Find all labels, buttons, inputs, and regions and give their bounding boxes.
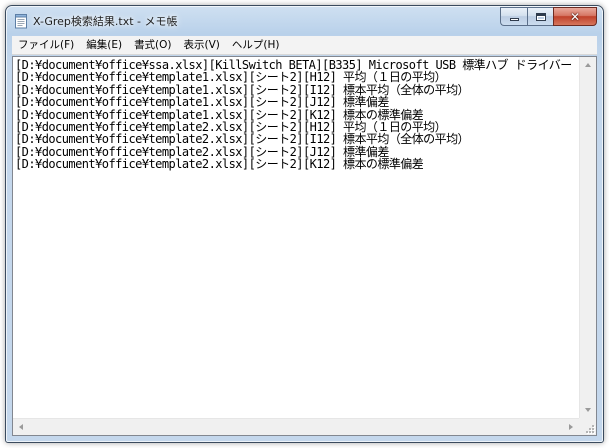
maximize-button[interactable] — [527, 7, 553, 26]
resize-grip-icon — [584, 423, 594, 433]
text-editor[interactable]: [D:¥document¥office¥ssa.xlsx][KillSwitch… — [12, 56, 597, 436]
minimize-icon — [509, 18, 519, 21]
title-bar[interactable]: X-Grep検索結果.txt - メモ帳 ✕ — [6, 6, 603, 34]
size-grip[interactable] — [579, 418, 596, 435]
scroll-up-icon[interactable] — [585, 63, 591, 67]
caption-buttons: ✕ — [500, 7, 597, 26]
text-line: [D:¥document¥office¥template1.xlsx][シート2… — [15, 70, 447, 85]
notepad-icon[interactable] — [14, 13, 28, 29]
minimize-button[interactable] — [500, 7, 527, 26]
window-title: X-Grep検索結果.txt - メモ帳 — [33, 15, 178, 28]
close-button[interactable]: ✕ — [553, 7, 597, 26]
text-line: [D:¥document¥office¥template2.xlsx][シート2… — [15, 157, 424, 172]
menu-edit[interactable]: 編集(E) — [80, 36, 128, 55]
menu-file[interactable]: ファイル(F) — [12, 36, 80, 55]
notepad-window: X-Grep検索結果.txt - メモ帳 ✕ ファイル(F) 編集(E) 書式(… — [5, 5, 604, 443]
menu-bar: ファイル(F) 編集(E) 書式(O) 表示(V) ヘルプ(H) — [12, 36, 597, 55]
text-line: [D:¥document¥office¥template2.xlsx][シート2… — [15, 132, 470, 147]
menu-view[interactable]: 表示(V) — [178, 36, 226, 55]
horizontal-scrollbar[interactable] — [13, 418, 579, 435]
close-icon: ✕ — [569, 9, 581, 24]
scroll-right-icon[interactable] — [569, 424, 573, 430]
vertical-scrollbar[interactable] — [579, 57, 596, 418]
menu-help[interactable]: ヘルプ(H) — [226, 36, 286, 55]
menu-format[interactable]: 書式(O) — [128, 36, 177, 55]
scroll-down-icon[interactable] — [585, 408, 591, 412]
maximize-icon — [535, 12, 546, 21]
document-text[interactable]: [D:¥document¥office¥ssa.xlsx][KillSwitch… — [13, 57, 579, 418]
text-line: [D:¥document¥office¥template1.xlsx][シート2… — [15, 95, 389, 110]
scroll-left-icon[interactable] — [19, 424, 23, 430]
